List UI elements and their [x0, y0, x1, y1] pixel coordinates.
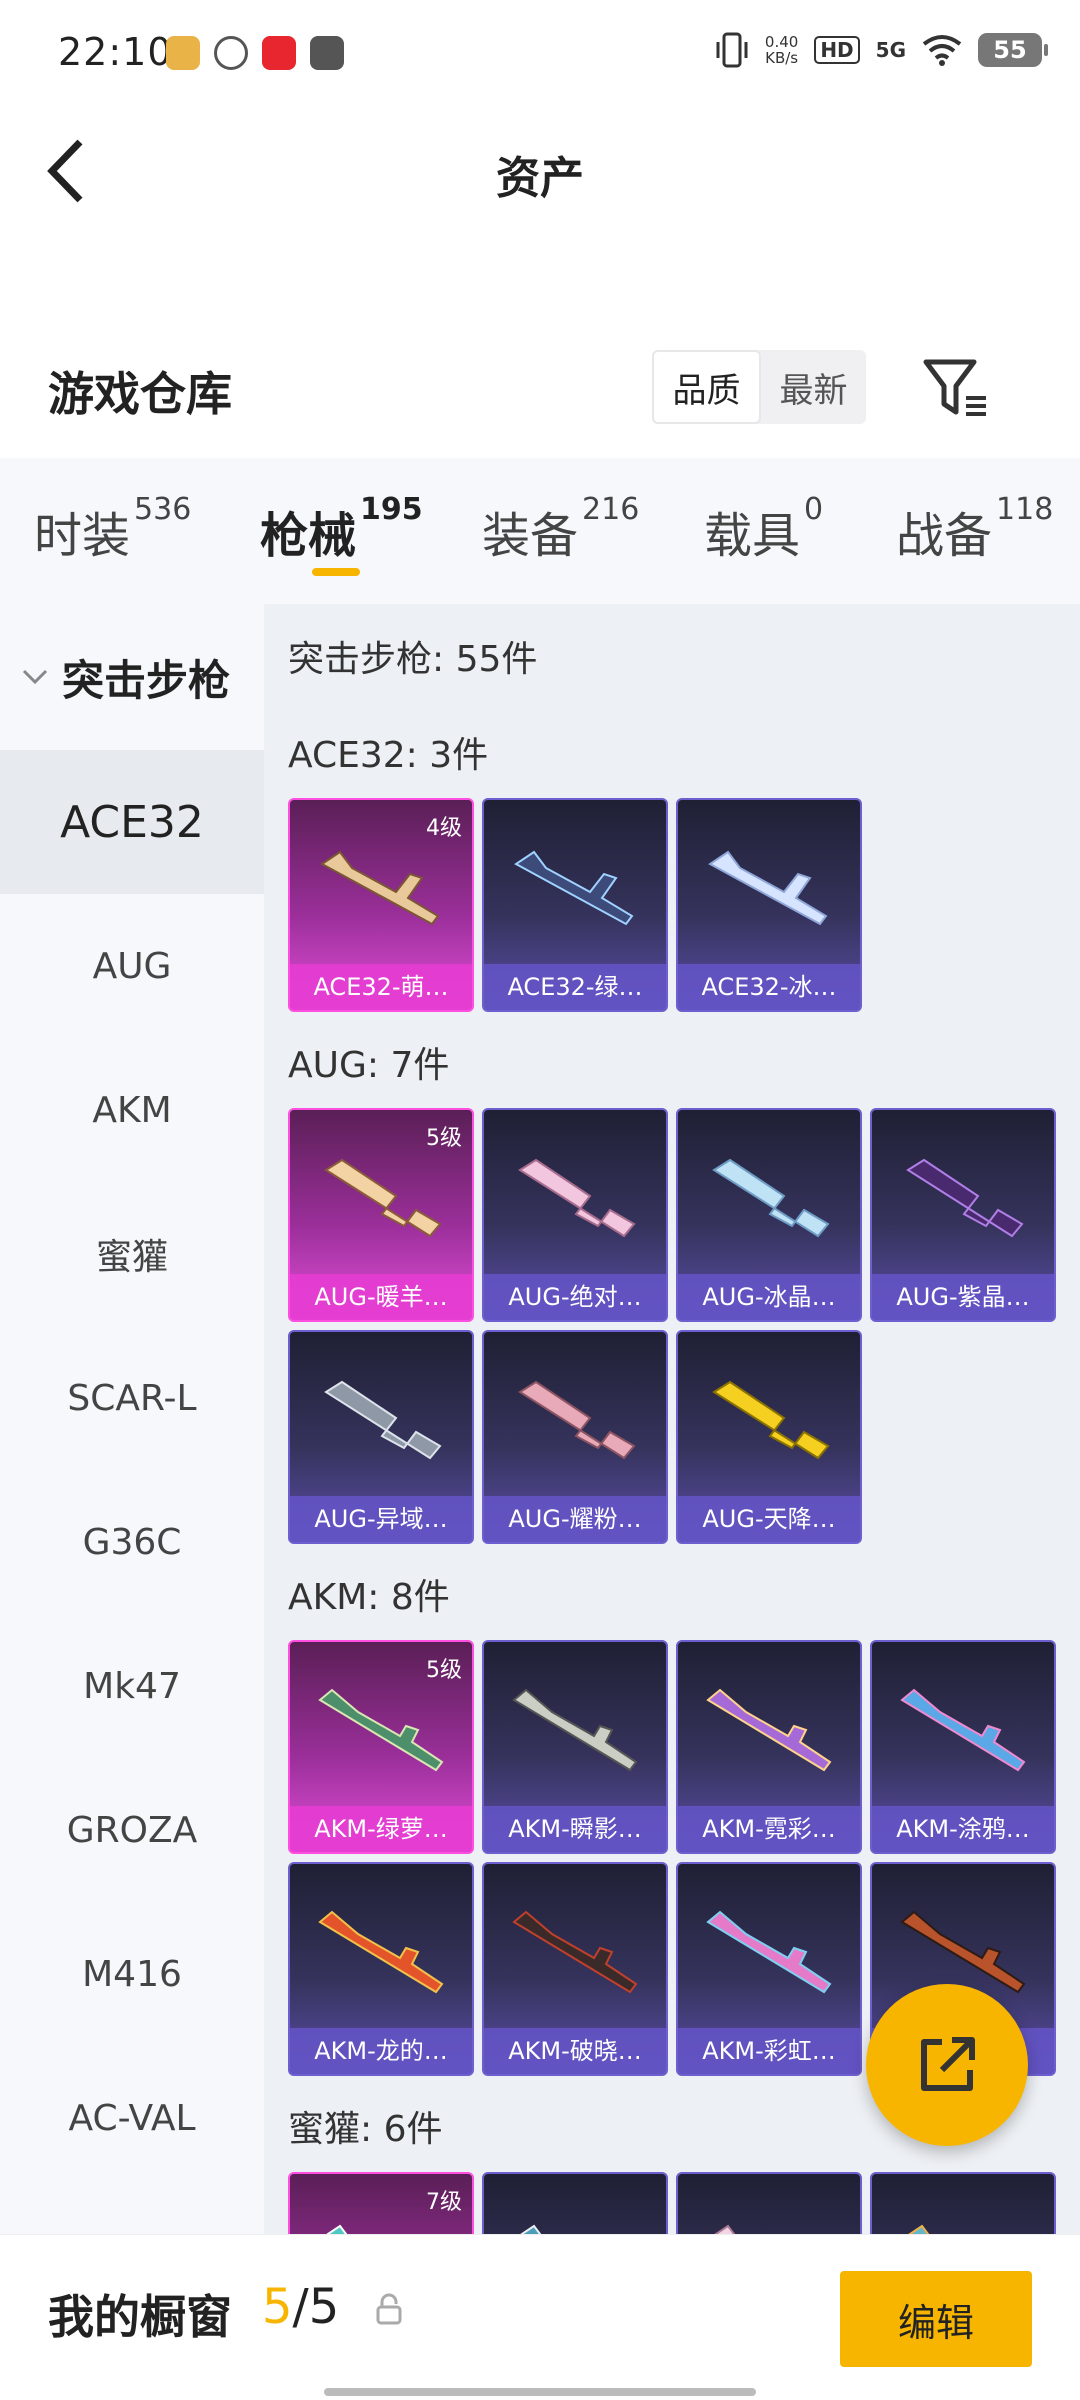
- gun-skin-image: [326, 2224, 348, 2234]
- gun-skin-image: [908, 2224, 930, 2234]
- weapon-card[interactable]: [676, 2172, 862, 2234]
- sort-toggle: 品质 最新: [652, 350, 866, 424]
- weapon-card[interactable]: ACE32-绿…: [482, 798, 668, 1012]
- weapon-card[interactable]: AUG-耀粉…: [482, 1330, 668, 1544]
- chevron-down-icon: [22, 669, 48, 685]
- weapon-card[interactable]: 5级 AKM-绿萝…: [288, 1640, 474, 1854]
- warehouse-title: 游戏仓库: [48, 367, 232, 421]
- filter-icon[interactable]: [920, 352, 992, 424]
- status-right-group: 0.40 KB/s HD 5G 55: [715, 30, 1048, 70]
- gun-skin-image: [320, 850, 440, 926]
- weapon-card[interactable]: [482, 2172, 668, 2234]
- wifi-icon: [922, 35, 962, 66]
- category-total: 突击步枪: 55件: [288, 639, 538, 680]
- weapon-card[interactable]: AKM-涂鸦…: [870, 1640, 1056, 1854]
- weapon-card[interactable]: AKM-霓彩…: [676, 1640, 862, 1854]
- tab-vehicles[interactable]: 载具 0: [704, 492, 823, 566]
- section-title-akm: AKM: 8件: [288, 1577, 450, 1618]
- app-notification-icon: [262, 36, 296, 70]
- weapon-card[interactable]: AKM-彩虹…: [676, 1862, 862, 2076]
- sidebar-item-ac-val[interactable]: AC-VAL: [0, 2046, 264, 2190]
- tab-weapons[interactable]: 枪械 195: [260, 492, 423, 566]
- section-title-honey-badger: 蜜獾: 6件: [288, 2109, 443, 2150]
- sidebar-item-akm[interactable]: AKM: [0, 1038, 264, 1182]
- app-notification-icon: [310, 36, 344, 70]
- gun-skin-image: [318, 1910, 444, 1994]
- vibrate-icon: [716, 32, 748, 68]
- showcase-bar: 我的橱窗 5/5 编辑: [0, 2234, 1080, 2400]
- showcase-title: 我的橱窗: [48, 2290, 232, 2344]
- tab-battle-gear[interactable]: 战备 118: [896, 492, 1053, 566]
- status-time: 22:10: [58, 30, 173, 74]
- gun-skin-image: [514, 850, 634, 926]
- weapon-card[interactable]: 5级 AUG-暖羊…: [288, 1108, 474, 1322]
- gun-skin-image: [518, 1158, 636, 1238]
- sidebar-item-ace32[interactable]: ACE32: [0, 750, 264, 894]
- sidebar-item-honey-badger[interactable]: 蜜獾: [0, 1182, 264, 1326]
- external-link-icon: [921, 2037, 975, 2091]
- weapon-card[interactable]: AUG-绝对…: [482, 1108, 668, 1322]
- gun-skin-image: [512, 1910, 638, 1994]
- gun-skin-image: [714, 2224, 736, 2234]
- gun-skin-image: [324, 1380, 442, 1460]
- sidebar-item-groza[interactable]: GROZA: [0, 1758, 264, 1902]
- gun-skin-image: [520, 2224, 542, 2234]
- top-navigation-bar: 资产: [0, 100, 1080, 240]
- sort-by-newest-button[interactable]: 最新: [761, 350, 866, 424]
- signal-5g-icon: 5G: [875, 38, 906, 62]
- weapon-card[interactable]: 7级: [288, 2172, 474, 2234]
- weapon-card[interactable]: 4级 ACE32-萌…: [288, 798, 474, 1012]
- app-notification-icon: [166, 36, 200, 70]
- sidebar-item-g36c[interactable]: G36C: [0, 1470, 264, 1614]
- battery-icon: 55: [978, 33, 1048, 67]
- gun-skin-image: [324, 1158, 442, 1238]
- gun-skin-image: [906, 1158, 1024, 1238]
- status-notification-icons: [166, 36, 344, 70]
- gun-skin-image: [708, 850, 828, 926]
- lock-icon: [376, 2293, 402, 2325]
- weapon-sidebar: 突击步枪 ACE32 AUG AKM 蜜獾 SCAR-L G36C Mk47 G…: [0, 604, 264, 2234]
- sort-by-quality-button[interactable]: 品质: [652, 350, 761, 424]
- sidebar-item-aug[interactable]: AUG: [0, 894, 264, 1038]
- tab-outfit[interactable]: 时装 536: [34, 492, 191, 566]
- weapon-card[interactable]: AKM-龙的…: [288, 1862, 474, 2076]
- weapon-card[interactable]: AUG-冰晶…: [676, 1108, 862, 1322]
- gun-skin-image: [706, 1910, 832, 1994]
- gun-skin-image: [512, 1688, 638, 1772]
- weapon-card[interactable]: AUG-紫晶…: [870, 1108, 1056, 1322]
- home-indicator[interactable]: [324, 2388, 756, 2396]
- category-tabs: 时装 536 枪械 195 装备 216 载具 0 战备 118: [0, 458, 1080, 604]
- weapon-card[interactable]: AUG-天降…: [676, 1330, 862, 1544]
- weapon-card[interactable]: AKM-瞬影…: [482, 1640, 668, 1854]
- app-notification-icon: [214, 36, 248, 70]
- assets-page: 22:10 0.40 KB/s HD 5G 55 资产 游戏仓库 品质 最新 时…: [0, 0, 1080, 2400]
- network-speed: 0.40 KB/s: [764, 33, 799, 67]
- sidebar-item-mk47[interactable]: Mk47: [0, 1614, 264, 1758]
- section-title-aug: AUG: 7件: [288, 1045, 450, 1086]
- sidebar-item-m416[interactable]: M416: [0, 1902, 264, 2046]
- gun-skin-image: [518, 1380, 636, 1460]
- edit-button[interactable]: 编辑: [840, 2271, 1032, 2367]
- gun-skin-image: [712, 1158, 830, 1238]
- share-floating-button[interactable]: [866, 1984, 1028, 2146]
- active-tab-indicator: [312, 568, 360, 576]
- showcase-count: 5/5: [262, 2279, 340, 2335]
- weapon-card[interactable]: AUG-异域…: [288, 1330, 474, 1544]
- weapon-card[interactable]: AKM-破晓…: [482, 1862, 668, 2076]
- hd-icon: HD: [814, 36, 860, 64]
- tab-equipment[interactable]: 装备 216: [482, 492, 639, 566]
- sidebar-category-header[interactable]: 突击步枪: [0, 604, 264, 750]
- gun-skin-image: [712, 1380, 830, 1460]
- page-title: 资产: [496, 153, 584, 204]
- weapon-card[interactable]: ACE32-冰…: [676, 798, 862, 1012]
- gun-skin-image: [706, 1688, 832, 1772]
- gun-skin-image: [318, 1688, 444, 1772]
- weapon-card[interactable]: [870, 2172, 1056, 2234]
- status-bar: 22:10 0.40 KB/s HD 5G 55: [0, 0, 1080, 100]
- section-title-ace32: ACE32: 3件: [288, 735, 489, 776]
- sidebar-item-scar-l[interactable]: SCAR-L: [0, 1326, 264, 1470]
- gun-skin-image: [900, 1688, 1026, 1772]
